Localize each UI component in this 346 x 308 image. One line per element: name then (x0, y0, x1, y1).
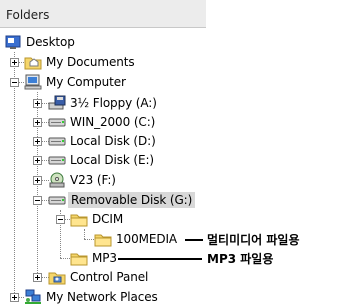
tree-line (84, 229, 85, 239)
tree-item-label: Desktop (26, 35, 75, 49)
tree-item-label: My Network Places (46, 290, 158, 304)
hard-disk-icon (48, 133, 66, 149)
folder-icon (24, 54, 42, 70)
tree-item-label: DCIM (92, 212, 124, 226)
expand-v23-button[interactable] (33, 176, 42, 185)
tree-line (14, 52, 15, 297)
tree-item-label: Removable Disk (G:) (68, 192, 196, 208)
expand-win2000-button[interactable] (33, 118, 42, 127)
tree-item-label: Control Panel (70, 270, 149, 284)
cd-drive-icon (48, 172, 66, 188)
tree-item-local-d[interactable]: Local Disk (D:) (48, 131, 156, 151)
tree-line (60, 258, 70, 259)
tree-item-label: V23 (F:) (70, 173, 116, 187)
tree-item-label: My Documents (46, 55, 135, 69)
tree-item-mp3[interactable]: MP3 (70, 248, 117, 268)
annotation-media: 멀티미디어 파일용 (207, 233, 300, 247)
expand-my-documents-button[interactable] (10, 58, 19, 67)
tree-item-local-e[interactable]: Local Disk (E:) (48, 150, 154, 170)
tree-item-desktop[interactable]: Desktop (4, 32, 75, 52)
floppy-drive-icon (48, 95, 66, 111)
network-places-icon (24, 289, 42, 305)
tree-item-100media[interactable]: 100MEDIA (94, 229, 177, 249)
expand-network-button[interactable] (10, 293, 19, 302)
tree-item-label: 3½ Floppy (A:) (70, 96, 157, 110)
tree-item-removable[interactable]: Removable Disk (G:) (48, 190, 196, 210)
tree-item-label: My Computer (46, 75, 126, 89)
annotation-mp3: MP3 파일용 (207, 252, 274, 266)
hard-disk-icon (48, 114, 66, 130)
collapse-dcim-button[interactable] (56, 215, 65, 224)
annotation-leader-line (185, 239, 203, 241)
tree-item-floppy[interactable]: 3½ Floppy (A:) (48, 93, 157, 113)
tree-item-label: WIN_2000 (C:) (70, 115, 156, 129)
folder-icon (70, 211, 88, 227)
hard-disk-icon (48, 152, 66, 168)
collapse-my-computer-button[interactable] (10, 78, 19, 87)
tree-item-label: 100MEDIA (116, 232, 178, 246)
tree-item-v23[interactable]: V23 (F:) (48, 170, 116, 190)
tree-item-label: Local Disk (E:) (70, 153, 154, 167)
expand-local-e-button[interactable] (33, 156, 42, 165)
annotation-leader-line (118, 258, 202, 260)
tree-item-dcim[interactable]: DCIM (70, 209, 123, 229)
control-panel-icon (48, 269, 66, 285)
tree-item-win2000[interactable]: WIN_2000 (C:) (48, 112, 155, 132)
hard-disk-icon (48, 192, 66, 208)
folder-icon (94, 231, 112, 247)
expand-floppy-button[interactable] (33, 99, 42, 108)
expand-control-panel-button[interactable] (33, 273, 42, 282)
tree-item-label: Local Disk (D:) (70, 134, 156, 148)
tree-item-control-panel[interactable]: Control Panel (48, 267, 148, 287)
tree-item-network[interactable]: My Network Places (24, 287, 158, 307)
folder-icon (70, 250, 88, 266)
tree-item-my-documents[interactable]: My Documents (24, 52, 135, 72)
tree-item-my-computer[interactable]: My Computer (24, 72, 126, 92)
desktop-icon (4, 34, 22, 50)
computer-icon (24, 74, 42, 90)
collapse-removable-button[interactable] (33, 196, 42, 205)
expand-local-d-button[interactable] (33, 137, 42, 146)
tree-item-label: MP3 (92, 251, 117, 265)
tree-line (84, 239, 94, 240)
folder-tree: Desktop My Documents My Computer 3½ Flop… (0, 0, 346, 305)
